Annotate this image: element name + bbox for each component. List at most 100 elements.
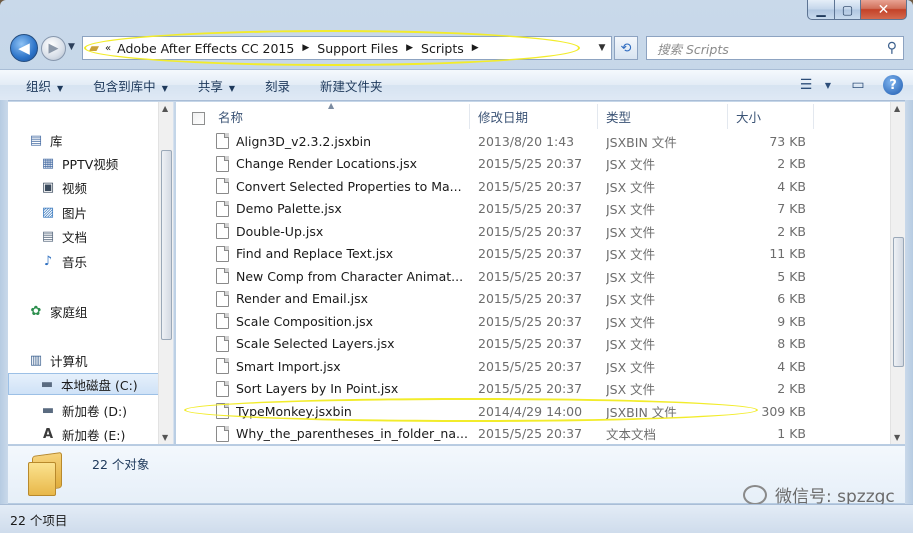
- column-header-size[interactable]: 大小: [728, 104, 814, 129]
- file-size: 5 KB: [777, 268, 806, 284]
- nav-item-videos[interactable]: ▣ 视频: [8, 176, 163, 198]
- file-type: JSX 文件: [606, 292, 656, 308]
- refresh-button[interactable]: ⟲: [614, 36, 638, 60]
- file-date: 2015/5/25 20:37: [478, 156, 583, 172]
- details-pane: 22 个对象 微信号: spzzgc: [8, 445, 905, 507]
- nav-item-local-disk-c[interactable]: ▬ 本地磁盘 (C:): [8, 373, 163, 395]
- file-type: JSXBIN 文件: [606, 404, 677, 420]
- nav-item-label: 音乐: [62, 254, 88, 270]
- include-in-library-menu[interactable]: 包含到库中 ▼: [93, 76, 168, 95]
- file-row[interactable]: Why_the_parentheses_in_folder_na... 2015/…: [176, 423, 890, 445]
- nav-item-volume-e[interactable]: A 新加卷 (E:): [8, 423, 163, 444]
- burn-button[interactable]: 刻录: [265, 76, 290, 95]
- view-dropdown-icon[interactable]: ▼: [817, 74, 839, 96]
- nav-item-homegroup[interactable]: ✿ 家庭组: [8, 300, 163, 322]
- column-header-type[interactable]: 类型: [598, 104, 728, 129]
- file-name: New Comp from Character Animat...: [236, 268, 464, 284]
- nav-item-computer[interactable]: ▥ 计算机: [8, 349, 163, 371]
- file-row[interactable]: Convert Selected Properties to Ma... 2015…: [176, 175, 890, 198]
- column-header-name[interactable]: 名称: [210, 104, 470, 129]
- nav-item-music[interactable]: ♪ 音乐: [8, 250, 163, 272]
- nav-item-pptv[interactable]: ▦ PPTV视频: [8, 152, 163, 174]
- file-row[interactable]: Render and Email.jsx 2015/5/25 20:37 JSX 文…: [176, 288, 890, 311]
- file-icon: [216, 380, 229, 397]
- breadcrumb-separator-icon[interactable]: ▶: [302, 43, 309, 53]
- burn-label: 刻录: [265, 78, 291, 94]
- file-row[interactable]: Smart Import.jsx 2015/5/25 20:37 JSX 文件 4 K…: [176, 355, 890, 378]
- share-label: 共享: [197, 78, 223, 94]
- file-row[interactable]: Align3D_v2.3.2.jsxbin 2013/8/20 1:43 JSXBI…: [176, 130, 890, 153]
- file-row[interactable]: Sort Layers by In Point.jsx 2015/5/25 20:…: [176, 378, 890, 401]
- new-folder-button[interactable]: 新建文件夹: [320, 76, 383, 95]
- file-size: 6 KB: [777, 291, 806, 307]
- breadcrumb-overflow[interactable]: «: [105, 43, 111, 54]
- file-name: Sort Layers by In Point.jsx: [236, 381, 399, 397]
- search-input[interactable]: 搜索 Scripts ⚲: [646, 36, 904, 60]
- breadcrumb-separator-icon[interactable]: ▶: [472, 43, 479, 53]
- nav-item-documents[interactable]: ▤ 文档: [8, 225, 163, 247]
- file-type: JSX 文件: [606, 337, 656, 353]
- file-row[interactable]: TypeMonkey.jsxbin 2014/4/29 14:00 JSXBIN 文…: [176, 400, 890, 423]
- select-all-checkbox[interactable]: [192, 112, 205, 125]
- file-type: JSX 文件: [606, 157, 656, 173]
- navigation-scrollbar[interactable]: ▲ ▼: [158, 102, 173, 444]
- file-date: 2015/5/25 20:37: [478, 268, 583, 284]
- status-text: 22 个项目: [10, 512, 68, 528]
- nav-item-library[interactable]: ▤ 库: [8, 129, 163, 151]
- file-size: 309 KB: [761, 403, 806, 419]
- file-row[interactable]: New Comp from Character Animat... 2015/5/…: [176, 265, 890, 288]
- file-row[interactable]: Scale Selected Layers.jsx 2015/5/25 20:37…: [176, 333, 890, 356]
- file-name: Convert Selected Properties to Ma...: [236, 178, 462, 194]
- scroll-down-icon[interactable]: ▼: [894, 433, 900, 442]
- command-bar: 组织 ▼ 包含到库中 ▼ 共享 ▼ 刻录 新建文件夹 ☰ ▼ ▭ ?: [0, 69, 913, 101]
- file-name: Scale Composition.jsx: [236, 313, 374, 329]
- breadcrumb-separator-icon[interactable]: ▶: [406, 43, 413, 53]
- scroll-up-icon[interactable]: ▲: [162, 104, 168, 113]
- back-button[interactable]: ◀: [10, 34, 38, 62]
- nav-item-label: PPTV视频: [62, 156, 119, 172]
- preview-pane-icon[interactable]: ▭: [847, 74, 869, 96]
- maximize-button[interactable]: ▢: [835, 0, 861, 20]
- view-options-icon[interactable]: ☰: [795, 74, 817, 96]
- search-icon[interactable]: ⚲: [887, 40, 897, 56]
- file-size: 2 KB: [777, 156, 806, 172]
- file-row[interactable]: Demo Palette.jsx 2015/5/25 20:37 JSX 文件 7 K…: [176, 198, 890, 221]
- address-bar[interactable]: ▰ « Adobe After Effects CC 2015 ▶ Suppor…: [82, 36, 612, 60]
- scrollbar-thumb[interactable]: [161, 150, 172, 340]
- file-size: 7 KB: [777, 201, 806, 217]
- help-icon[interactable]: ?: [883, 75, 903, 95]
- recent-pages-dropdown[interactable]: ▼: [68, 42, 75, 52]
- dropdown-arrow-icon: ▼: [228, 83, 236, 93]
- close-button[interactable]: ✕: [861, 0, 907, 20]
- file-row[interactable]: Find and Replace Text.jsx 2015/5/25 20:37…: [176, 243, 890, 266]
- forward-button[interactable]: ▶: [41, 36, 66, 61]
- video-icon: ▣: [41, 179, 55, 195]
- back-arrow-icon: ◀: [18, 39, 30, 57]
- file-row[interactable]: Change Render Locations.jsx 2015/5/25 20:…: [176, 153, 890, 176]
- share-menu[interactable]: 共享 ▼: [198, 76, 235, 95]
- file-list-scrollbar[interactable]: ▲ ▼: [890, 102, 905, 444]
- organize-menu[interactable]: 组织 ▼: [26, 76, 63, 95]
- column-header-date[interactable]: 修改日期: [470, 104, 598, 129]
- scroll-up-icon[interactable]: ▲: [894, 104, 900, 113]
- file-type: JSX 文件: [606, 179, 656, 195]
- nav-item-label: 本地磁盘 (C:): [61, 377, 138, 393]
- file-row[interactable]: Scale Composition.jsx 2015/5/25 20:37 JSX …: [176, 310, 890, 333]
- file-row[interactable]: Double-Up.jsx 2015/5/25 20:37 JSX 文件 2 KB: [176, 220, 890, 243]
- breadcrumb-item-scripts[interactable]: Scripts: [421, 41, 464, 56]
- scroll-down-icon[interactable]: ▼: [162, 433, 168, 442]
- folder-front: [28, 462, 56, 496]
- drive-icon: A: [42, 426, 54, 442]
- scrollbar-thumb[interactable]: [893, 237, 904, 367]
- file-date: 2015/5/25 20:37: [478, 201, 583, 217]
- breadcrumb-item-after-effects[interactable]: Adobe After Effects CC 2015: [117, 41, 294, 56]
- nav-item-pictures[interactable]: ▨ 图片: [8, 201, 163, 223]
- breadcrumb-item-support-files[interactable]: Support Files: [317, 41, 398, 56]
- file-size: 11 KB: [769, 246, 806, 262]
- address-dropdown-icon[interactable]: ▼: [593, 37, 611, 59]
- nav-item-label: 视频: [62, 180, 88, 196]
- minimize-button[interactable]: ▁: [807, 0, 835, 20]
- column-header-label: 名称: [218, 110, 244, 125]
- music-icon: ♪: [43, 253, 53, 269]
- nav-item-volume-d[interactable]: ▬ 新加卷 (D:): [8, 399, 163, 421]
